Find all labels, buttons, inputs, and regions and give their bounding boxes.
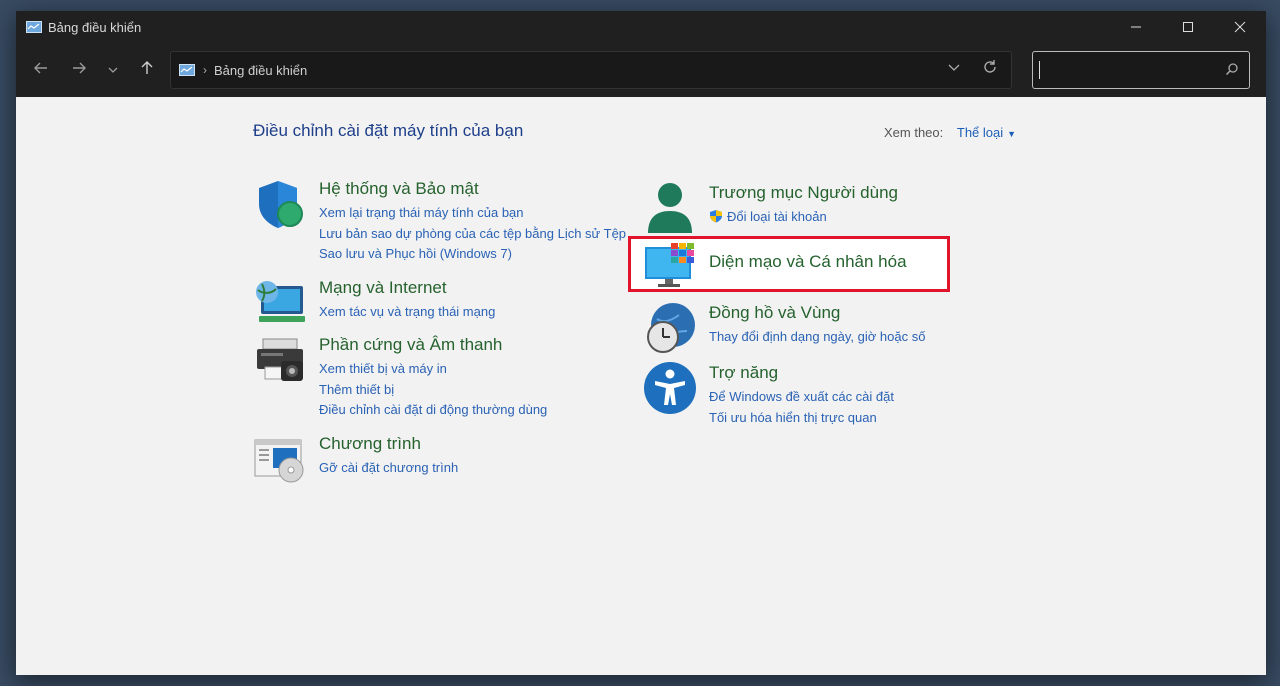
category-title[interactable]: Trương mục Người dùng: [709, 183, 898, 203]
category-title[interactable]: Diện mạo và Cá nhân hóa: [709, 252, 907, 272]
address-field[interactable]: › Bảng điều khiển: [170, 51, 1012, 89]
minimize-icon: [1131, 26, 1141, 28]
link-item[interactable]: Thay đổi định dạng ngày, giờ hoặc số: [709, 327, 925, 348]
back-button[interactable]: [30, 59, 52, 81]
user-icon[interactable]: [643, 181, 697, 235]
link-item[interactable]: Đổi loại tài khoản: [709, 207, 827, 228]
category-links: Để Windows đề xuất các cài đặt Tối ưu hó…: [709, 387, 894, 428]
category-links: Xem thiết bị và máy in Thêm thiết bị Điề…: [319, 359, 547, 421]
refresh-button[interactable]: [981, 58, 999, 81]
category-title[interactable]: Đồng hồ và Vùng: [709, 303, 840, 323]
shield-icon[interactable]: [253, 177, 307, 231]
arrow-right-icon: [73, 62, 86, 74]
category-title[interactable]: Chương trình: [319, 434, 421, 454]
link-item[interactable]: Điều chỉnh cài đặt di động thường dùng: [319, 400, 547, 421]
close-icon: [1234, 21, 1246, 33]
view-by: Xem theo: Thể loại ▼: [884, 125, 1016, 140]
category-links: Thay đổi định dạng ngày, giờ hoặc số: [709, 327, 925, 348]
navigation-bar: › Bảng điều khiển: [16, 43, 1266, 97]
control-panel-icon: [179, 63, 195, 76]
text-caret: [1039, 61, 1040, 79]
network-icon[interactable]: [253, 276, 307, 330]
link-item[interactable]: Xem thiết bị và máy in: [319, 359, 547, 380]
programs-icon[interactable]: [253, 432, 307, 486]
link-item[interactable]: Xem tác vụ và trạng thái mạng: [319, 302, 495, 323]
monitor-icon: [645, 243, 694, 287]
window-title: Bảng điều khiển: [48, 19, 142, 35]
arrow-up-icon: [141, 61, 153, 74]
category-title[interactable]: Phần cứng và Âm thanh: [319, 335, 502, 355]
maximize-button[interactable]: [1162, 11, 1214, 43]
chevron-down-icon: [948, 64, 960, 71]
link-item[interactable]: Gỡ cài đặt chương trình: [319, 458, 458, 479]
category-title[interactable]: Mạng và Internet: [319, 278, 447, 298]
category-title[interactable]: Hệ thống và Bảo mật: [319, 179, 479, 199]
view-by-dropdown[interactable]: Thể loại ▼: [957, 125, 1016, 140]
maximize-icon: [1183, 22, 1193, 32]
control-panel-window: Bảng điều khiển › Bảng điều khiển Điều c…: [16, 11, 1266, 675]
link-item[interactable]: Sao lưu và Phục hồi (Windows 7): [319, 244, 626, 265]
breadcrumb-chevron-icon: ›: [203, 63, 207, 77]
title-bar: Bảng điều khiển: [16, 11, 1266, 43]
chevron-down-icon: [108, 67, 118, 73]
minimize-button[interactable]: [1110, 11, 1162, 43]
category-appearance-personalization[interactable]: Diện mạo và Cá nhân hóa: [628, 236, 950, 292]
link-item[interactable]: Tối ưu hóa hiển thị trực quan: [709, 408, 894, 429]
link-item[interactable]: Lưu bản sao dự phòng của các tệp bằng Lị…: [319, 224, 626, 245]
breadcrumb-item[interactable]: Bảng điều khiển: [214, 63, 307, 78]
window-controls: [1110, 11, 1266, 43]
category-links: Xem tác vụ và trạng thái mạng: [319, 302, 495, 323]
link-item[interactable]: Để Windows đề xuất các cài đặt: [709, 387, 894, 408]
link-item[interactable]: Xem lại trạng thái máy tính của bạn: [319, 203, 626, 224]
up-button[interactable]: [136, 59, 158, 81]
category-links: Đổi loại tài khoản: [709, 207, 827, 228]
category-links: Gỡ cài đặt chương trình: [319, 458, 458, 479]
content-area: Điều chỉnh cài đặt máy tính của bạn Xem …: [16, 97, 1266, 675]
close-button[interactable]: [1214, 11, 1266, 43]
link-item[interactable]: Thêm thiết bị: [319, 380, 547, 401]
search-icon: [1225, 63, 1238, 76]
recent-locations-button[interactable]: [102, 59, 124, 81]
control-panel-icon: [26, 20, 42, 33]
category-links: Xem lại trạng thái máy tính của bạn Lưu …: [319, 203, 626, 265]
clock-icon[interactable]: [643, 301, 697, 355]
view-by-label: Xem theo:: [884, 125, 944, 140]
refresh-icon: [984, 60, 996, 73]
search-input[interactable]: [1032, 51, 1250, 89]
uac-shield-icon: [710, 210, 722, 223]
printer-icon[interactable]: [253, 333, 307, 387]
dropdown-arrow-icon: ▼: [1007, 129, 1017, 139]
forward-button[interactable]: [68, 59, 90, 81]
accessibility-icon[interactable]: [643, 361, 697, 415]
page-title: Điều chỉnh cài đặt máy tính của bạn: [253, 121, 524, 140]
arrow-left-icon: [34, 62, 47, 74]
category-title[interactable]: Trợ năng: [709, 363, 778, 383]
address-dropdown-button[interactable]: [947, 60, 961, 77]
